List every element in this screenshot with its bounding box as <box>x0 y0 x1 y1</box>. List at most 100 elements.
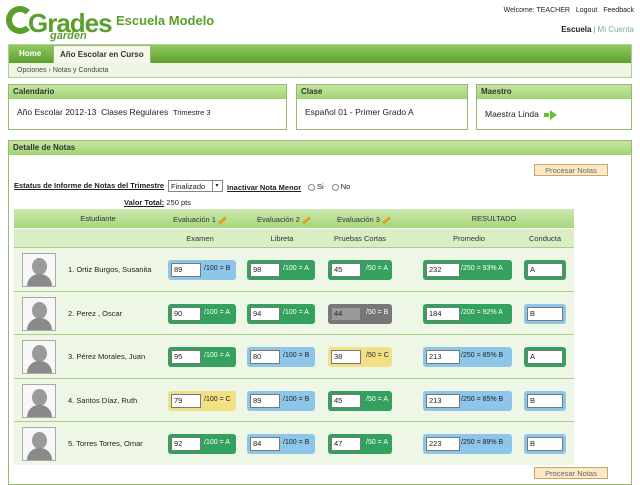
tab-bar: Home Año Escolar en Curso <box>9 45 631 63</box>
pruebas-grade-input[interactable]: 45 <box>331 393 361 408</box>
promedio-grade-input[interactable]: 232 <box>426 263 460 277</box>
arrow-right-icon[interactable] <box>544 112 550 117</box>
pencil-icon[interactable] <box>218 215 227 225</box>
status-label: Estatus de Informe de Notas del Trimestr… <box>14 181 165 190</box>
avatar-body <box>27 404 52 417</box>
conducta-input[interactable]: B <box>527 306 563 321</box>
libreta-grade-input[interactable]: 94 <box>250 306 280 321</box>
libreta-grade: 84/100 = B <box>247 434 315 454</box>
libreta-grade: 80/100 = B <box>247 347 315 367</box>
table-row: 5. Torres Torres, Omar 92/100 = A 84/100 =… <box>14 421 574 465</box>
promedio-grade-input[interactable]: 213 <box>426 350 460 364</box>
student-name: 4. Santos Díaz, Ruth <box>68 395 138 405</box>
libreta-grade-input[interactable]: 84 <box>250 437 280 451</box>
school-name: Escuela Modelo <box>116 13 215 28</box>
breadcrumb-opciones[interactable]: Opciones <box>17 67 47 74</box>
pruebas-grade-input[interactable]: 38 <box>331 350 361 364</box>
escuela-link[interactable]: Escuela <box>561 25 591 34</box>
breadcrumb-notas[interactable]: Notas y Conducta <box>53 67 109 74</box>
promedio-grade-label: /250 = 85% B <box>461 352 504 359</box>
tab-ano-escolar[interactable]: Año Escolar en Curso <box>53 45 151 63</box>
examen-grade-input[interactable]: 89 <box>171 263 201 277</box>
examen-grade-label: /100 = A <box>204 308 230 316</box>
table-row: 3. Pérez Morales, Juan 95/100 = A 80/100 =… <box>14 334 574 378</box>
radio-si-label: Si <box>317 182 324 191</box>
conducta-input[interactable]: B <box>527 393 563 408</box>
welcome-text: Welcome: TEACHER <box>503 7 570 14</box>
header-pruebas: Pruebas Cortas <box>333 234 387 243</box>
pruebas-grade-label: /50 = A <box>366 265 388 272</box>
radio-si[interactable] <box>308 183 315 191</box>
class-type: Clases Regulares <box>101 107 169 117</box>
mi-cuenta-link[interactable]: Mi Cuenta <box>598 25 634 34</box>
examen-grade-label: /100 = B <box>204 265 231 272</box>
valor-label: Valor Total: <box>124 198 165 207</box>
avatar-body <box>27 274 52 286</box>
pruebas-grade-label: /50 = C <box>366 352 389 359</box>
header-eval2: Evaluación 2 <box>250 215 318 225</box>
avatar-head <box>32 432 47 449</box>
chevron-down-icon[interactable]: ▾ <box>212 181 221 191</box>
detalle-title: Detalle de Notas <box>9 141 631 155</box>
clase-panel: Clase Español 01 - Primer Grado A <box>296 84 468 130</box>
conducta-input[interactable]: B <box>527 437 563 451</box>
pruebas-grade: 45/50 = A <box>328 260 392 280</box>
pruebas-grade-label: /50 = B <box>366 308 389 316</box>
promedio-grade: 184/200 = 92% A <box>423 303 512 324</box>
examen-grade-input[interactable]: 90 <box>171 306 201 321</box>
promedio-grade-input[interactable]: 223 <box>426 437 460 451</box>
pruebas-grade-input[interactable]: 44 <box>331 306 361 321</box>
libreta-grade-input[interactable]: 89 <box>250 393 280 408</box>
student-name: 2. Perez , Oscar <box>68 308 123 318</box>
grades-garden-logo[interactable]: Grades garden <box>6 6 113 42</box>
procesar-notas-button-top[interactable]: Procesar Notas <box>534 164 608 176</box>
avatar-body <box>27 317 52 330</box>
header-eval1-label: Evaluación 1 <box>173 215 216 224</box>
arrow-right-icon-head[interactable] <box>550 109 558 120</box>
libreta-grade-label: /100 = A <box>283 265 309 272</box>
avatar-head <box>32 301 47 319</box>
status-row: Estatus de Informe de Notas del Trimestr… <box>14 181 164 190</box>
libreta-grade-label: /100 = B <box>283 439 310 446</box>
tab-home[interactable]: Home <box>13 45 47 63</box>
libreta-grade: 98/100 = A <box>247 260 315 280</box>
divider: | <box>593 25 596 34</box>
libreta-grade-label: /100 = B <box>283 352 310 359</box>
libreta-grade: 89/100 = B <box>247 390 315 411</box>
pruebas-grade: 44/50 = B <box>328 303 392 324</box>
promedio-grade-input[interactable]: 184 <box>426 306 460 321</box>
teacher-name[interactable]: Maestra Linda <box>485 109 539 119</box>
examen-grade-input[interactable]: 79 <box>171 393 201 408</box>
feedback-link[interactable]: Feedback <box>603 7 634 14</box>
avatar <box>22 253 56 287</box>
conducta-input[interactable]: A <box>527 263 563 277</box>
pruebas-grade: 38/50 = C <box>328 347 392 367</box>
pruebas-grade-input[interactable]: 47 <box>331 437 361 451</box>
avatar <box>22 427 56 461</box>
promedio-grade-input[interactable]: 213 <box>426 393 460 408</box>
pruebas-grade-input[interactable]: 45 <box>331 263 361 277</box>
examen-grade-input[interactable]: 92 <box>171 437 201 451</box>
avatar-head <box>32 258 47 275</box>
examen-grade: 79/100 = C <box>168 390 236 411</box>
logout-link[interactable]: Logout <box>576 7 597 14</box>
student-name: 3. Pérez Morales, Juan <box>68 352 146 361</box>
examen-grade-label: /100 = C <box>204 395 231 403</box>
pencil-icon[interactable] <box>382 215 391 225</box>
header-student: Estudiante <box>80 214 116 223</box>
student-name: 1. Ortiz Burgos, Susanita <box>68 265 152 274</box>
examen-grade-input[interactable]: 95 <box>171 350 201 364</box>
header-libreta: Libreta <box>270 234 294 243</box>
libreta-grade-input[interactable]: 80 <box>250 350 280 364</box>
conducta-grade: A <box>524 260 566 280</box>
status-select[interactable]: Finalizado ▾ <box>168 180 223 192</box>
class-name: Español 01 - Primer Grado A <box>305 107 414 117</box>
pencil-icon[interactable] <box>302 215 311 225</box>
header-promedio: Promedio <box>452 234 486 243</box>
libreta-grade-input[interactable]: 98 <box>250 263 280 277</box>
calendario-title: Calendario <box>9 85 286 99</box>
maestro-title: Maestro <box>477 85 631 99</box>
conducta-input[interactable]: A <box>527 350 563 364</box>
header-eval3: Evaluación 3 <box>330 215 398 225</box>
radio-no[interactable] <box>331 183 339 191</box>
